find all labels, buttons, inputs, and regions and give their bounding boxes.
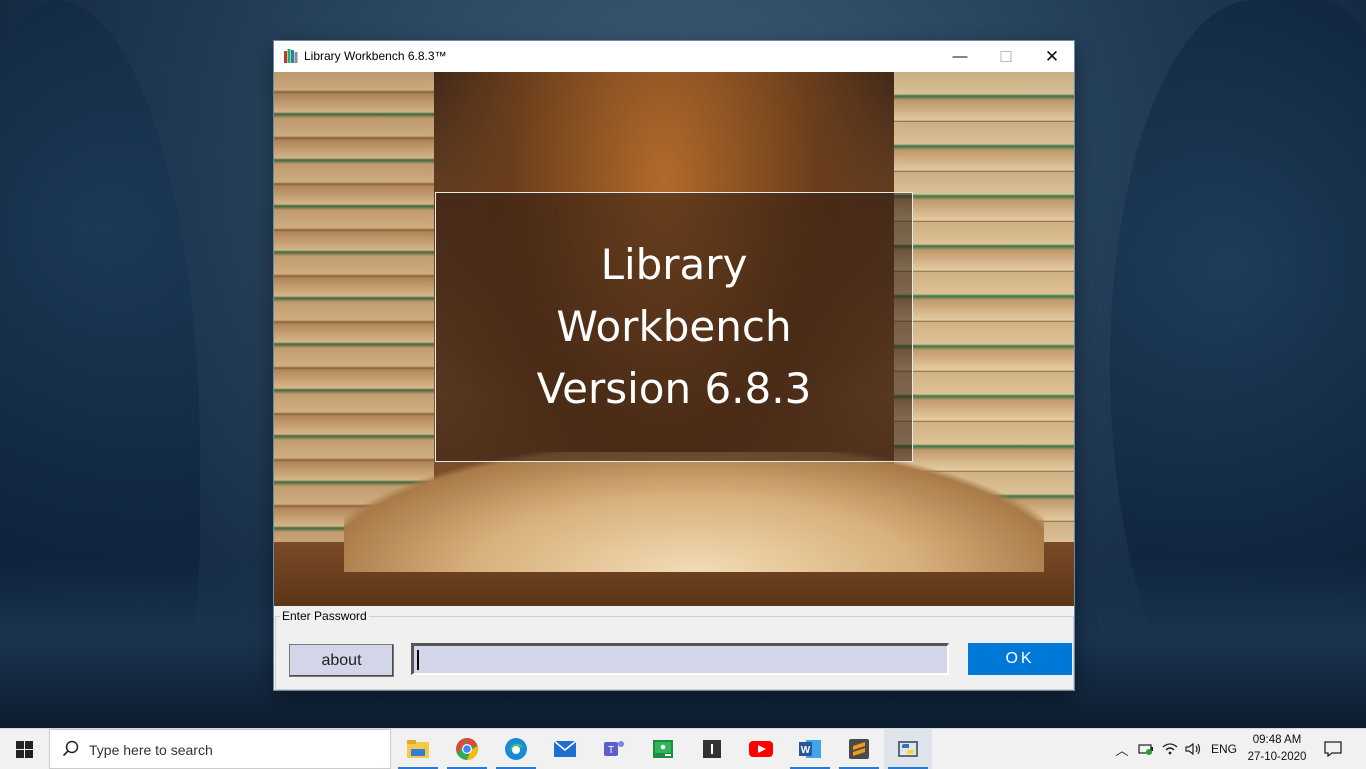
chevron-up-icon[interactable]: ︿ (1114, 740, 1130, 759)
banner-title-box: Library Workbench Version 6.8.3 (435, 192, 913, 462)
clock[interactable]: 09:48 AM 27-10-2020 (1241, 732, 1313, 766)
text-caret (417, 650, 419, 670)
open-book (344, 452, 1044, 572)
app-i-icon (703, 740, 721, 758)
search-icon (62, 740, 79, 757)
clock-date: 27-10-2020 (1247, 751, 1307, 763)
language-indicator[interactable]: ENG (1211, 742, 1237, 756)
folder-icon (407, 740, 429, 758)
taskbar-file-explorer[interactable] (394, 729, 442, 769)
close-button[interactable]: ✕ (1029, 41, 1075, 72)
notification-icon (1324, 741, 1342, 757)
banner-version-line: Version 6.8.3 (536, 364, 812, 413)
chrome-icon (456, 738, 478, 760)
python-icon (898, 741, 918, 757)
taskbar-teams[interactable]: T (590, 729, 638, 769)
taskbar-python[interactable] (884, 729, 932, 769)
start-button[interactable] (0, 729, 48, 769)
volume-icon[interactable] (1185, 742, 1201, 756)
taskbar: Type here to search T W ︿ ENG 09:48 AM 2… (0, 728, 1366, 769)
close-icon: ✕ (1044, 46, 1060, 66)
app-window: Library Workbench 6.8.3™ — ☐ ✕ Library W… (274, 41, 1074, 690)
taskbar-classroom[interactable] (639, 729, 687, 769)
banner-title-line: Library (600, 240, 748, 289)
taskbar-chrome[interactable] (443, 729, 491, 769)
word-icon: W (799, 740, 821, 758)
edge-icon (505, 738, 527, 760)
taskbar-edge[interactable] (492, 729, 540, 769)
taskbar-mail[interactable] (541, 729, 589, 769)
window-title: Library Workbench 6.8.3™ (304, 49, 447, 63)
about-button[interactable]: about (289, 644, 394, 677)
wifi-icon[interactable] (1162, 742, 1178, 756)
taskbar-app-i[interactable] (688, 729, 736, 769)
taskbar-sublime[interactable] (835, 729, 883, 769)
windows-logo-icon (15, 740, 33, 758)
mail-icon (553, 740, 577, 757)
system-tray: ︿ (1114, 729, 1201, 769)
password-input[interactable] (411, 643, 949, 675)
password-group-label: Enter Password (280, 609, 369, 623)
minimize-icon: — (952, 48, 968, 65)
clock-time: 09:48 AM (1252, 734, 1302, 746)
ok-button[interactable]: OK (968, 643, 1072, 675)
taskbar-search-box[interactable]: Type here to search (49, 729, 391, 769)
minimize-button[interactable]: — (937, 41, 983, 72)
svg-text:T: T (608, 745, 614, 756)
search-placeholder: Type here to search (89, 742, 213, 758)
svg-text:W: W (801, 745, 811, 756)
sublime-icon (849, 739, 869, 759)
taskbar-youtube[interactable] (737, 729, 785, 769)
action-center-button[interactable] (1310, 729, 1356, 769)
battery-icon[interactable] (1138, 743, 1154, 755)
password-group: Enter Password about OK (275, 609, 1074, 690)
books-app-icon (284, 49, 298, 63)
banner-title-line: Workbench (556, 302, 792, 351)
teams-icon: T (604, 741, 624, 756)
maximize-icon: ☐ (999, 48, 1013, 66)
taskbar-word[interactable]: W (786, 729, 834, 769)
banner-image: Library Workbench Version 6.8.3 (274, 72, 1074, 606)
youtube-icon (749, 741, 773, 757)
maximize-button[interactable]: ☐ (983, 41, 1029, 72)
classroom-icon (653, 740, 673, 758)
title-bar[interactable]: Library Workbench 6.8.3™ — ☐ ✕ (274, 41, 1074, 72)
